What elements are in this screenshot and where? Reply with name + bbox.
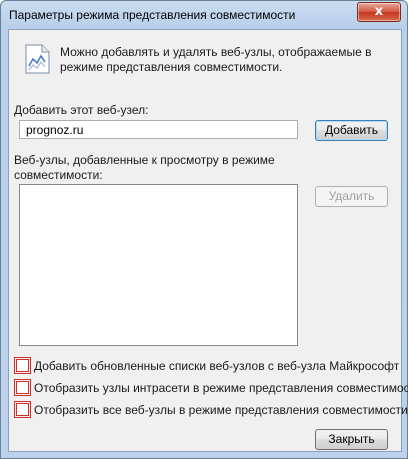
dialog-window: Параметры режима представления совместим… [0, 0, 408, 459]
close-button[interactable]: Закрыть [315, 429, 388, 450]
dialog-body: Можно добавлять и удалять веб-узлы, отоб… [8, 29, 408, 452]
option-update-lists-checkbox[interactable] [14, 357, 31, 374]
compatibility-site-list[interactable] [19, 184, 298, 346]
site-list-label: Веб-узлы, добавленные к просмотру в режи… [14, 153, 275, 182]
remove-button[interactable]: Удалить [315, 186, 388, 207]
option-label: Добавить обновленные списки веб-узлов с … [34, 359, 400, 373]
window-close-button[interactable]: x [357, 2, 401, 22]
option-label: Отобразить узлы интрасети в режиме предс… [34, 381, 408, 395]
compatibility-view-icon [25, 44, 50, 74]
option-all-sites-checkbox[interactable] [14, 401, 31, 418]
close-icon: x [374, 4, 384, 19]
add-button[interactable]: Добавить [315, 120, 388, 141]
add-site-input[interactable] [19, 120, 298, 139]
info-text: Можно добавлять и удалять веб-узлы, отоб… [60, 45, 372, 74]
title-bar[interactable]: Параметры режима представления совместим… [1, 1, 407, 29]
window-title: Параметры режима представления совместим… [9, 8, 296, 22]
add-site-label: Добавить этот веб-узел: [14, 103, 149, 117]
option-label: Отобразить все веб-узлы в режиме предста… [34, 403, 408, 417]
option-intranet-sites-checkbox[interactable] [14, 379, 31, 396]
